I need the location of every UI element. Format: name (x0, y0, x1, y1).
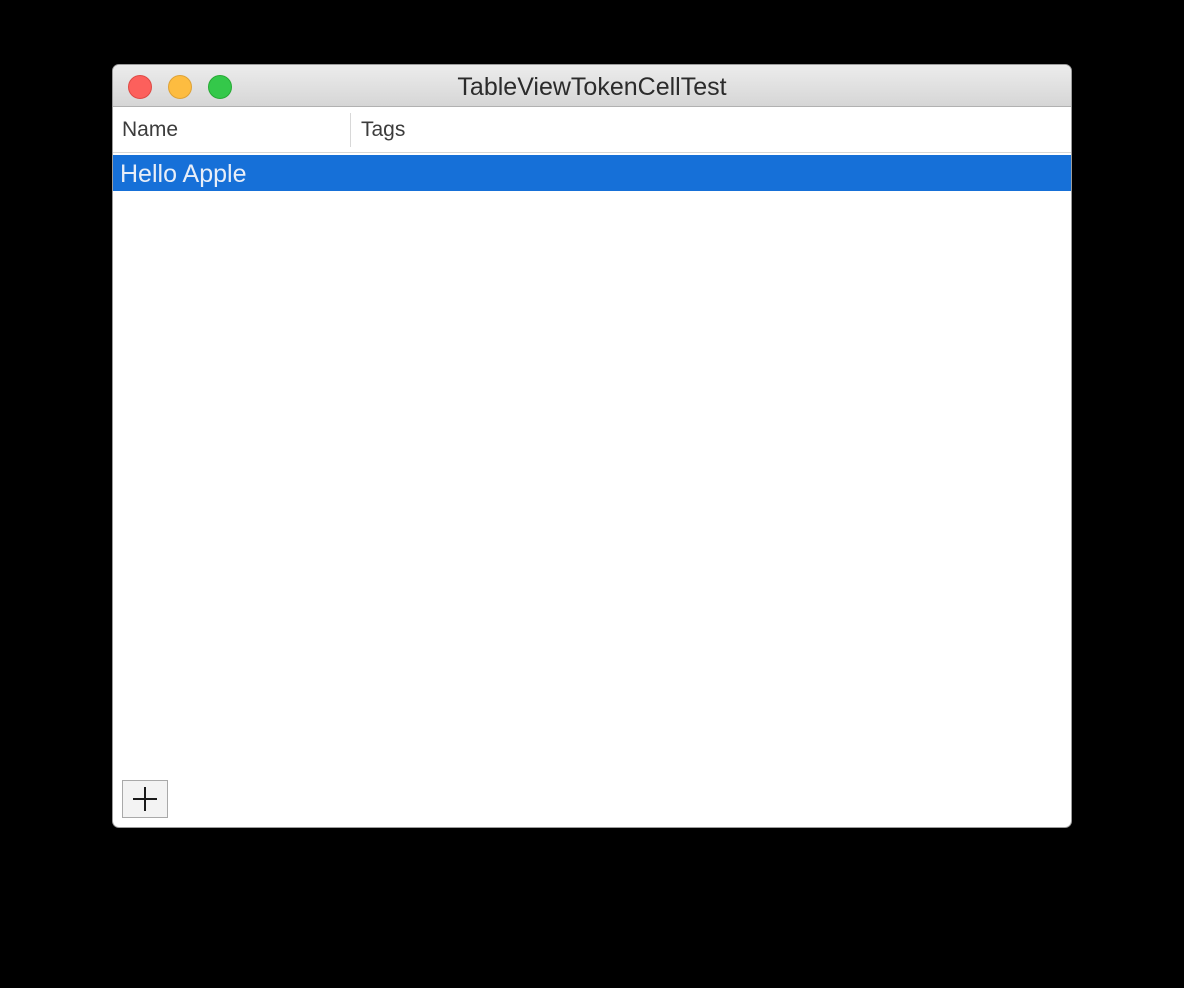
column-divider[interactable] (350, 113, 351, 147)
column-header-tags[interactable]: Tags (361, 107, 405, 153)
title-bar[interactable]: TableViewTokenCellTest (113, 65, 1071, 107)
app-window: TableViewTokenCellTest Name Tags Hello A… (112, 64, 1072, 828)
add-button[interactable] (122, 780, 168, 818)
column-header-name[interactable]: Name (122, 107, 178, 153)
table-header: Name Tags (113, 107, 1071, 153)
row-name-cell[interactable]: Hello Apple (120, 155, 246, 191)
window-title: TableViewTokenCellTest (457, 73, 727, 101)
table-row[interactable]: Hello Apple (113, 155, 1071, 191)
